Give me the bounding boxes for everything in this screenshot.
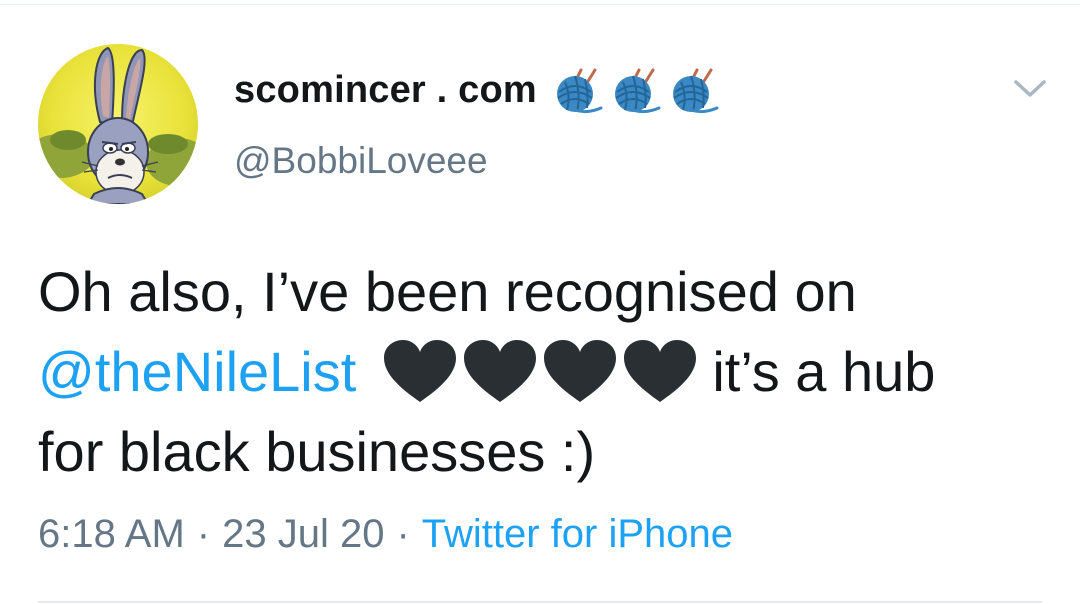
author-handle[interactable]: @BobbiLoveee — [234, 140, 488, 182]
yarn-knitting-emoji-icon — [672, 68, 719, 114]
mention-link[interactable]: @theNileList — [38, 332, 356, 412]
tweet-date[interactable]: 23 Jul 20 — [222, 512, 384, 557]
tweet-time[interactable]: 6:18 AM — [38, 512, 185, 557]
bottom-divider — [38, 601, 1042, 603]
black-heart-emoji-icon — [544, 340, 617, 402]
bugs-bunny-avatar-icon — [38, 44, 198, 204]
tweet-source-link[interactable]: Twitter for iPhone — [422, 512, 733, 557]
tweet-text-line-3: for black businesses :) — [38, 420, 596, 483]
black-hearts-group — [382, 338, 698, 406]
black-heart-emoji-icon — [464, 340, 537, 402]
display-name[interactable]: scomincer . com — [234, 69, 537, 112]
yarn-knitting-emoji-icon — [614, 68, 661, 114]
tweet-text-line-1: Oh also, I’ve been recognised on — [38, 260, 857, 323]
tweet-detail: scomincer . com @BobbiLoveee Oh also, I’… — [0, 0, 1080, 604]
author-name-row[interactable]: scomincer . com — [234, 60, 721, 120]
tweet-text-line: @theNileList it’s a hub — [38, 332, 1048, 412]
tweet-text: Oh also, I’ve been recognised on @theNil… — [38, 252, 1048, 492]
name-emoji-group — [551, 66, 721, 114]
yarn-knitting-emoji-icon — [556, 68, 603, 114]
top-divider — [0, 4, 1080, 5]
avatar[interactable] — [38, 44, 198, 204]
tweet-text-line-2-tail: it’s a hub — [712, 340, 936, 403]
tweet-text-line: for black businesses :) — [38, 412, 1048, 492]
tweet-meta: 6:18 AM · 23 Jul 20 · Twitter for iPhone — [38, 512, 733, 557]
tweet-text-line: Oh also, I’ve been recognised on — [38, 252, 1048, 332]
black-heart-emoji-icon — [384, 340, 457, 402]
chevron-down-icon[interactable] — [1012, 76, 1048, 100]
meta-separator: · — [396, 512, 410, 556]
black-heart-emoji-icon — [624, 340, 697, 402]
meta-separator: · — [196, 512, 211, 556]
